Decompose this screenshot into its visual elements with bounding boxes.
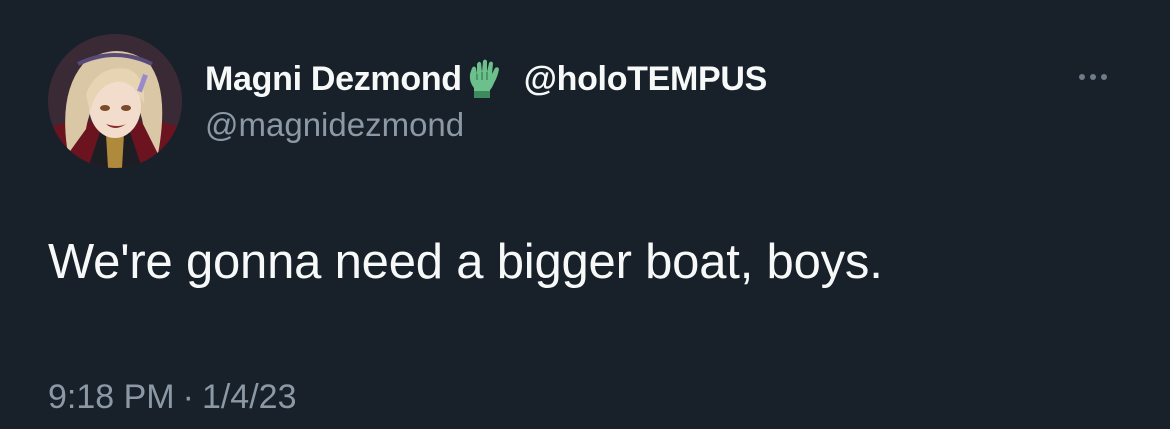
more-options-icon [1101,74,1107,80]
avatar[interactable] [48,34,182,168]
tweet-text: We're gonna need a bigger boat, boys. [48,235,883,289]
affiliation-handle[interactable]: @holoTEMPUS [524,60,768,99]
tweet-card: Magni Dezmond @holoTEMPUS @magnidezmond … [0,0,1170,429]
tweet-date: 1/4/23 [201,378,297,416]
avatar-image [48,34,182,168]
tweet-timestamp[interactable]: 9:18 PM · 1/4/23 [48,378,296,417]
author-name-row: Magni Dezmond @holoTEMPUS [205,58,767,100]
green-glove-icon [466,58,504,100]
author-display-name[interactable]: Magni Dezmond [205,60,462,99]
more-options-icon [1090,74,1096,80]
more-options-icon [1079,74,1085,80]
more-options-button[interactable] [1068,62,1118,92]
meta-separator: · [182,378,194,416]
author-handle[interactable]: @magnidezmond [205,106,464,144]
tweet-time: 9:18 PM [48,378,175,416]
